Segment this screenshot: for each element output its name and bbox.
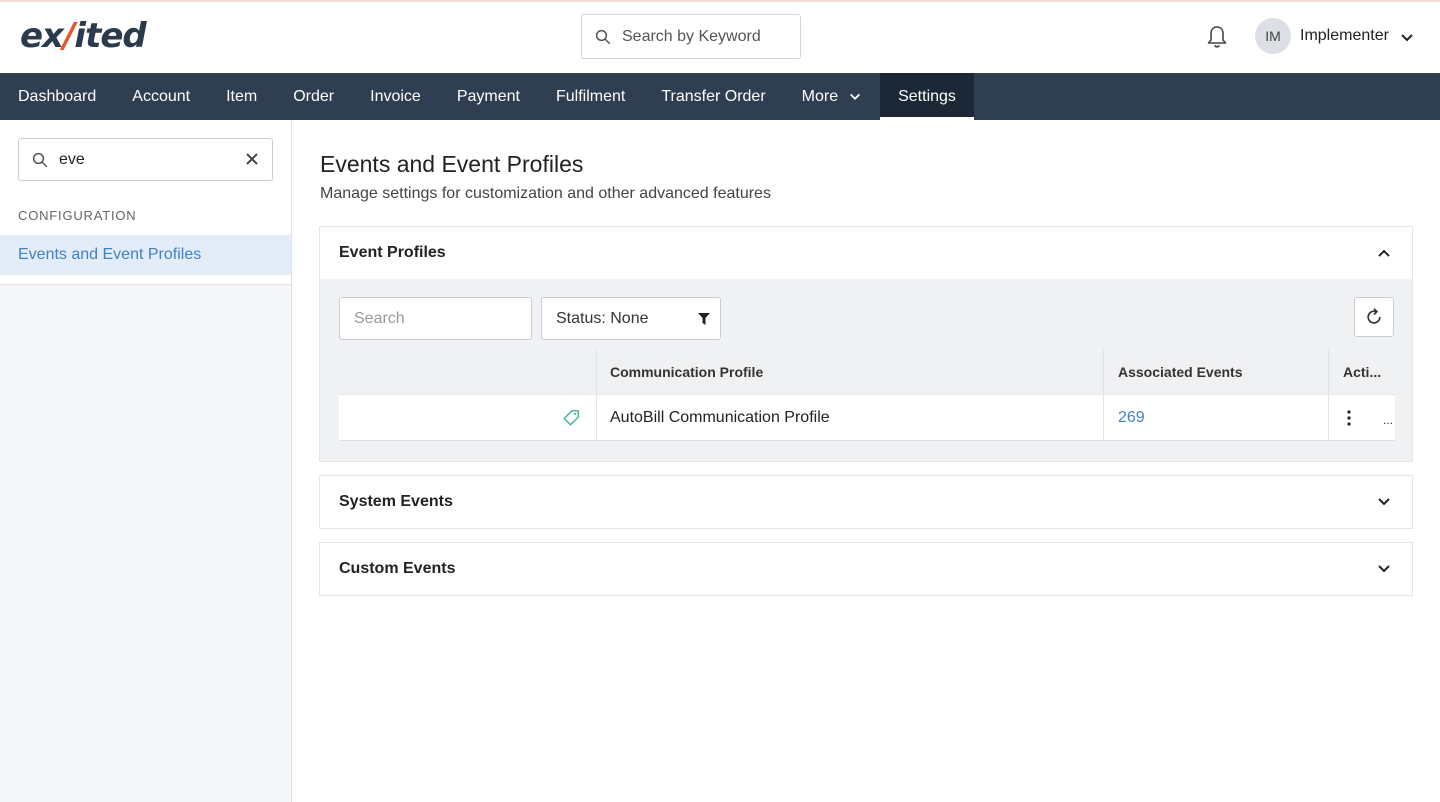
system-events-panel: System Events	[319, 475, 1413, 529]
global-search-input[interactable]: Search by Keyword	[581, 14, 801, 59]
sidebar-item-events-and-event-profiles[interactable]: Events and Event Profiles	[0, 235, 291, 275]
custom-events-header[interactable]: Custom Events	[320, 543, 1412, 595]
logo[interactable]: ex / ited	[20, 16, 147, 56]
chevron-down-icon[interactable]	[1376, 494, 1392, 510]
kebab-menu-icon[interactable]	[1347, 409, 1351, 426]
refresh-button[interactable]	[1354, 297, 1394, 337]
panel-title: Event Profiles	[339, 244, 446, 261]
global-search-placeholder: Search by Keyword	[622, 27, 761, 45]
system-events-header[interactable]: System Events	[320, 476, 1412, 528]
nav-item-invoice[interactable]: Invoice	[352, 73, 439, 120]
sidebar: eve CONFIGURATION Events and Event Profi…	[0, 120, 292, 802]
nav-item-payment[interactable]: Payment	[439, 73, 538, 120]
event-profiles-header[interactable]: Event Profiles	[320, 227, 1412, 279]
communication-profile-cell[interactable]: AutoBill Communication Profile	[597, 395, 1104, 440]
filter-icon	[698, 313, 710, 325]
column-header-icon	[339, 349, 597, 394]
main-nav: Dashboard Account Item Order Invoice Pay…	[0, 73, 1440, 120]
notification-bell-icon[interactable]	[1205, 24, 1229, 50]
column-header-actions: Acti...	[1343, 363, 1382, 380]
nav-item-settings[interactable]: Settings	[880, 73, 974, 120]
refresh-icon	[1367, 308, 1381, 324]
search-icon	[32, 152, 48, 167]
panel-title: System Events	[339, 493, 453, 510]
truncated-actions-text: ...	[1382, 413, 1393, 427]
page-title: Events and Event Profiles	[320, 151, 584, 177]
nav-item-more[interactable]: More	[784, 73, 880, 120]
table-header-row: Communication Profile Associated Events …	[339, 349, 1395, 394]
column-header-communication-profile[interactable]: Communication Profile	[597, 349, 1104, 394]
event-profiles-table: Communication Profile Associated Events …	[339, 349, 1395, 441]
status-filter-select[interactable]: Status: None	[541, 297, 721, 340]
nav-item-item[interactable]: Item	[208, 73, 275, 120]
chevron-down-icon[interactable]	[1376, 561, 1392, 577]
user-name[interactable]: Implementer	[1300, 27, 1389, 45]
sidebar-divider	[0, 284, 291, 285]
row-icon-cell	[339, 395, 597, 440]
panel-title: Custom Events	[339, 560, 456, 577]
chevron-down-icon[interactable]	[1399, 30, 1415, 46]
header: ex / ited Search by Keyword IM Implementer	[0, 2, 1440, 73]
sidebar-section-label: CONFIGURATION	[18, 208, 137, 223]
table-row[interactable]: AutoBill Communication Profile 269 ...	[339, 394, 1395, 441]
chevron-up-icon[interactable]	[1376, 245, 1392, 261]
nav-item-order[interactable]: Order	[275, 73, 352, 120]
logo-text-left: ex	[20, 16, 64, 56]
actions-cell: ...	[1329, 395, 1395, 440]
avatar[interactable]: IM	[1255, 18, 1291, 54]
nav-item-account[interactable]: Account	[114, 73, 208, 120]
nav-item-fulfilment[interactable]: Fulfilment	[538, 73, 643, 120]
nav-item-transfer-order[interactable]: Transfer Order	[643, 73, 783, 120]
event-profiles-panel: Event Profiles Search Status: None Commu…	[319, 226, 1413, 462]
sidebar-search-input[interactable]: eve	[18, 138, 273, 181]
chevron-down-icon	[850, 93, 861, 100]
sidebar-search-value: eve	[59, 150, 85, 168]
search-icon	[595, 29, 611, 44]
event-profiles-body: Search Status: None Communication Profil…	[320, 279, 1412, 461]
logo-slash: /	[63, 16, 75, 56]
tag-icon	[563, 409, 579, 425]
close-icon[interactable]	[244, 151, 260, 167]
logo-text-right: ited	[74, 16, 146, 56]
profile-search-input[interactable]: Search	[339, 297, 532, 340]
column-header-associated-events[interactable]: Associated Events	[1104, 349, 1329, 394]
nav-more-label: More	[801, 87, 839, 105]
associated-events-link[interactable]: 269	[1118, 409, 1145, 427]
associated-events-cell: 269	[1104, 395, 1329, 440]
page-subtitle: Manage settings for customization and ot…	[320, 185, 771, 202]
nav-item-dashboard[interactable]: Dashboard	[0, 73, 114, 120]
status-filter-value: Status: None	[556, 309, 649, 327]
custom-events-panel: Custom Events	[319, 542, 1413, 596]
